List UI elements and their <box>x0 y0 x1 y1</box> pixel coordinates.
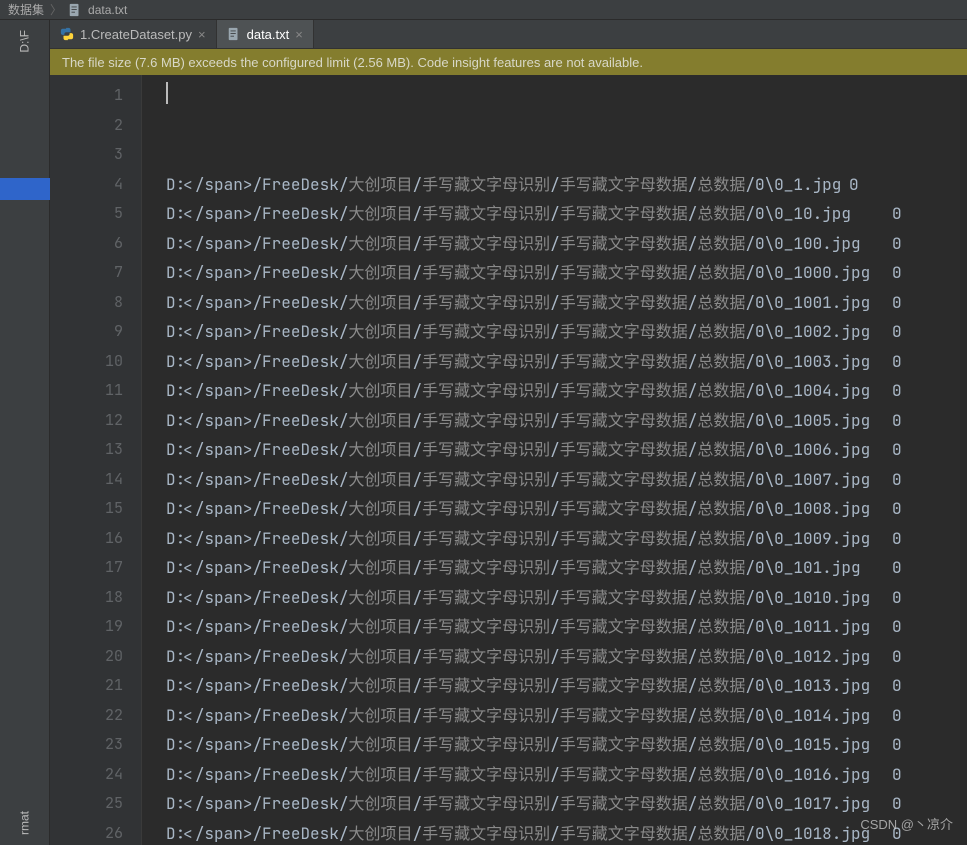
sidebar-tool-label: rmat <box>18 801 32 845</box>
line-number: 12 <box>50 406 123 436</box>
label-value: 0 <box>892 730 902 760</box>
code-line[interactable]: D:</span>/FreeDesk/大创项目/手写藏文字母识别/手写藏文字母数… <box>166 288 967 318</box>
file-size-warning: The file size (7.6 MB) exceeds the confi… <box>50 49 967 75</box>
label-value: 0 <box>892 406 902 436</box>
python-file-icon <box>60 27 74 41</box>
line-number: 13 <box>50 435 123 465</box>
label-value: 0 <box>892 671 902 701</box>
text-file-icon <box>68 3 82 17</box>
label-value: 0 <box>892 760 902 790</box>
line-number: 9 <box>50 317 123 347</box>
watermark: CSDN @丶凉介 <box>860 814 953 833</box>
tab-create-dataset[interactable]: 1.CreateDataset.py × <box>50 20 217 48</box>
text-caret <box>166 82 168 104</box>
text-file-icon <box>227 27 241 41</box>
code-line[interactable]: D:</span>/FreeDesk/大创项目/手写藏文字母识别/手写藏文字母数… <box>166 701 967 731</box>
project-sidebar[interactable]: D:\F rmat <box>0 20 50 845</box>
line-number: 3 <box>50 140 123 170</box>
code-line[interactable]: D:</span>/FreeDesk/大创项目/手写藏文字母识别/手写藏文字母数… <box>166 199 967 229</box>
line-number: 2 <box>50 111 123 141</box>
sidebar-selection <box>0 178 50 200</box>
line-number: 26 <box>50 819 123 845</box>
label-value: 0 <box>892 376 902 406</box>
line-number: 7 <box>50 258 123 288</box>
line-number: 16 <box>50 524 123 554</box>
code-area[interactable]: D:</span>/FreeDesk/大创项目/手写藏文字母识别/手写藏文字母数… <box>142 75 967 845</box>
gutter: 1234567891011121314151617181920212223242… <box>50 75 142 845</box>
line-number: 6 <box>50 229 123 259</box>
line-number: 10 <box>50 347 123 377</box>
label-value: 0 <box>892 612 902 642</box>
label-value: 0 <box>892 258 902 288</box>
code-line[interactable]: D:</span>/FreeDesk/大创项目/手写藏文字母识别/手写藏文字母数… <box>166 524 967 554</box>
line-number: 19 <box>50 612 123 642</box>
code-line[interactable]: D:</span>/FreeDesk/大创项目/手写藏文字母识别/手写藏文字母数… <box>166 789 967 819</box>
code-line[interactable]: D:</span>/FreeDesk/大创项目/手写藏文字母识别/手写藏文字母数… <box>166 730 967 760</box>
line-number: 21 <box>50 671 123 701</box>
label-value: 0 <box>892 288 902 318</box>
code-line[interactable]: D:</span>/FreeDesk/大创项目/手写藏文字母识别/手写藏文字母数… <box>166 553 967 583</box>
tab-data-txt[interactable]: data.txt × <box>217 20 314 48</box>
line-number: 14 <box>50 465 123 495</box>
line-number: 5 <box>50 199 123 229</box>
line-number: 22 <box>50 701 123 731</box>
label-value: 0 <box>892 583 902 613</box>
breadcrumb-file[interactable]: data.txt <box>88 3 127 17</box>
close-icon[interactable]: × <box>198 27 206 42</box>
line-number: 15 <box>50 494 123 524</box>
line-number: 11 <box>50 376 123 406</box>
code-line[interactable]: D:</span>/FreeDesk/大创项目/手写藏文字母识别/手写藏文字母数… <box>166 170 967 200</box>
label-value: 0 <box>892 199 902 229</box>
label-value: 0 <box>892 229 902 259</box>
breadcrumb-folder[interactable]: 数据集 <box>8 1 44 18</box>
label-value: 0 <box>892 347 902 377</box>
code-line[interactable]: D:</span>/FreeDesk/大创项目/手写藏文字母识别/手写藏文字母数… <box>166 494 967 524</box>
label-value: 0 <box>849 170 859 200</box>
line-number: 8 <box>50 288 123 318</box>
code-line[interactable]: D:</span>/FreeDesk/大创项目/手写藏文字母识别/手写藏文字母数… <box>166 258 967 288</box>
code-line[interactable]: D:</span>/FreeDesk/大创项目/手写藏文字母识别/手写藏文字母数… <box>166 347 967 377</box>
text-editor[interactable]: 1234567891011121314151617181920212223242… <box>50 75 967 845</box>
code-line[interactable]: D:</span>/FreeDesk/大创项目/手写藏文字母识别/手写藏文字母数… <box>166 819 967 845</box>
code-line[interactable]: D:</span>/FreeDesk/大创项目/手写藏文字母识别/手写藏文字母数… <box>166 671 967 701</box>
line-number: 24 <box>50 760 123 790</box>
code-line[interactable]: D:</span>/FreeDesk/大创项目/手写藏文字母识别/手写藏文字母数… <box>166 435 967 465</box>
editor-tabs: 1.CreateDataset.py × data.txt × <box>50 20 967 49</box>
line-number: 17 <box>50 553 123 583</box>
code-line[interactable]: D:</span>/FreeDesk/大创项目/手写藏文字母识别/手写藏文字母数… <box>166 465 967 495</box>
code-line[interactable]: D:</span>/FreeDesk/大创项目/手写藏文字母识别/手写藏文字母数… <box>166 760 967 790</box>
label-value: 0 <box>892 317 902 347</box>
line-number: 20 <box>50 642 123 672</box>
breadcrumb: 数据集 〉 data.txt <box>0 0 967 20</box>
line-number: 23 <box>50 730 123 760</box>
tab-label: 1.CreateDataset.py <box>80 27 192 42</box>
code-line[interactable]: D:</span>/FreeDesk/大创项目/手写藏文字母识别/手写藏文字母数… <box>166 583 967 613</box>
code-line[interactable]: D:</span>/FreeDesk/大创项目/手写藏文字母识别/手写藏文字母数… <box>166 642 967 672</box>
line-number: 1 <box>50 81 123 111</box>
line-number: 18 <box>50 583 123 613</box>
line-number: 25 <box>50 789 123 819</box>
breadcrumb-separator: 〉 <box>50 1 62 18</box>
code-line[interactable]: D:</span>/FreeDesk/大创项目/手写藏文字母识别/手写藏文字母数… <box>166 612 967 642</box>
code-line[interactable]: D:</span>/FreeDesk/大创项目/手写藏文字母识别/手写藏文字母数… <box>166 229 967 259</box>
label-value: 0 <box>892 701 902 731</box>
label-value: 0 <box>892 642 902 672</box>
sidebar-drive-label: D:\F <box>18 20 32 63</box>
label-value: 0 <box>892 435 902 465</box>
code-line[interactable]: D:</span>/FreeDesk/大创项目/手写藏文字母识别/手写藏文字母数… <box>166 406 967 436</box>
code-line[interactable]: D:</span>/FreeDesk/大创项目/手写藏文字母识别/手写藏文字母数… <box>166 317 967 347</box>
warning-text: The file size (7.6 MB) exceeds the confi… <box>62 55 643 70</box>
label-value: 0 <box>892 553 902 583</box>
label-value: 0 <box>892 494 902 524</box>
label-value: 0 <box>892 524 902 554</box>
code-line[interactable]: D:</span>/FreeDesk/大创项目/手写藏文字母识别/手写藏文字母数… <box>166 376 967 406</box>
label-value: 0 <box>892 465 902 495</box>
close-icon[interactable]: × <box>295 27 303 42</box>
line-number: 4 <box>50 170 123 200</box>
tab-label: data.txt <box>247 27 290 42</box>
